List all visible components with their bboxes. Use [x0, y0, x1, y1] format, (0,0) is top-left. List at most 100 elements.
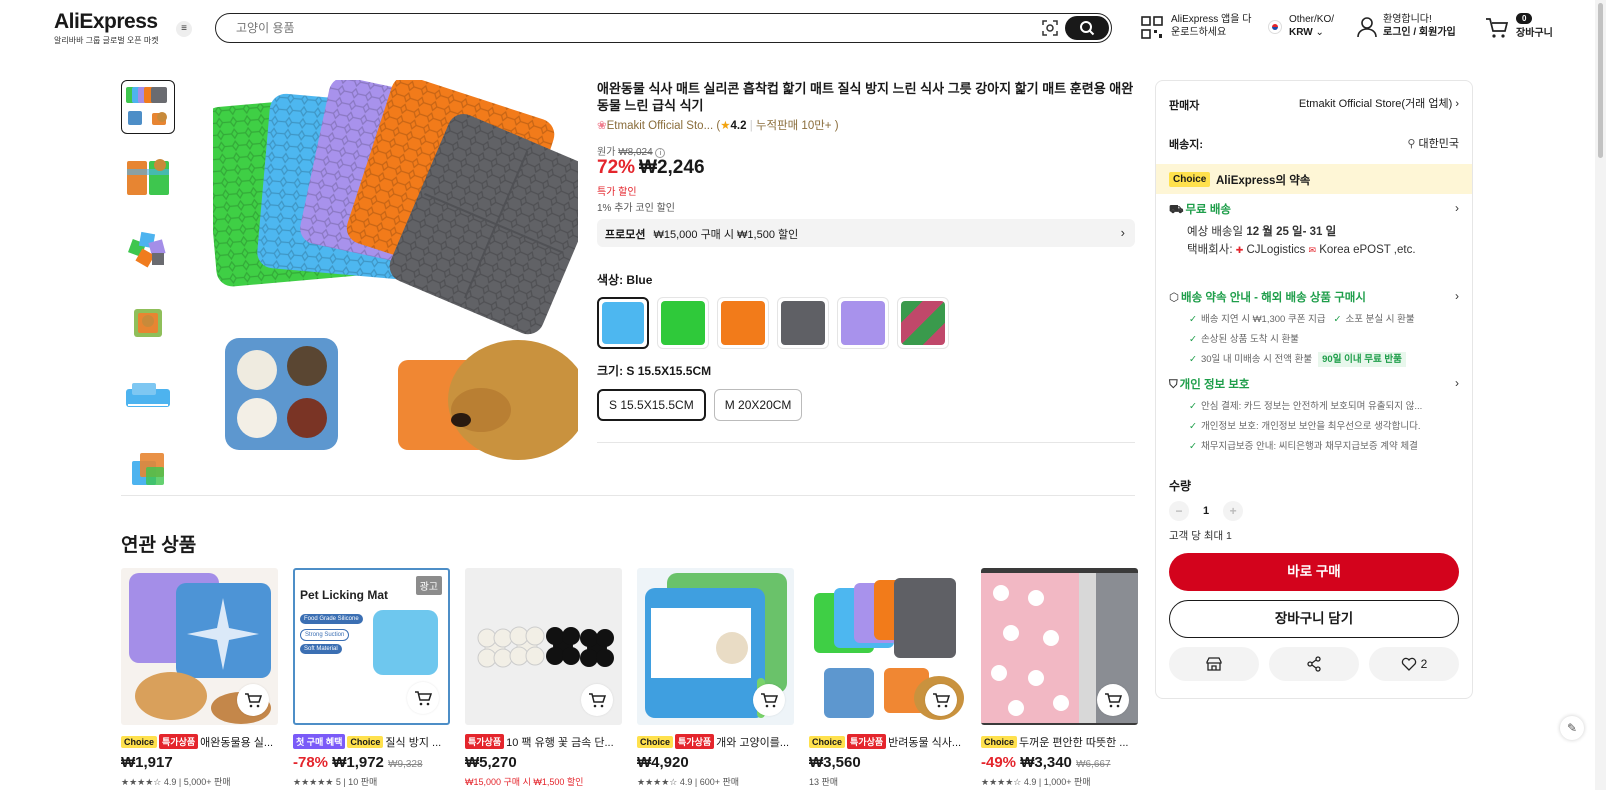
eta-prefix: 예상 배송일 [1187, 226, 1244, 238]
product-image[interactable] [981, 568, 1138, 725]
product-name-line: Choice 두꺼운 편안한 따뜻한 ... [981, 734, 1138, 749]
deal-badge: 특가상품 [465, 734, 505, 749]
menu-icon[interactable]: ≡ [176, 21, 192, 37]
thumbnail-1[interactable] [121, 80, 175, 134]
main-product-image[interactable] [213, 80, 578, 469]
product-card[interactable]: Pet Licking Mat Food Grade Silicone Stro… [293, 568, 450, 788]
privacy-section[interactable]: ⛉ 개인 정보 보호 › ✓ 안심 결제: 카드 정보는 안전하게 보호되며 유출되… [1169, 376, 1459, 452]
store-link[interactable]: Etmakit Official Sto... [607, 120, 714, 132]
product-name: 개와 고양이를... [716, 737, 790, 749]
decrease-quantity-button[interactable]: − [1169, 501, 1189, 521]
thumbnail-image [126, 87, 167, 125]
product-name-line: Choice 특가상품 애완동물용 실... [121, 734, 278, 749]
welcome-text: 환영합니다! [1383, 14, 1432, 25]
thumbnail-3[interactable] [121, 224, 175, 278]
wishlist-button[interactable]: 2 [1369, 647, 1459, 681]
store-icon [1206, 657, 1222, 671]
product-image[interactable]: Pet Licking Mat Food Grade Silicone Stro… [293, 568, 450, 725]
carrier-label: 택배회사: [1187, 244, 1233, 256]
privacy-item-text: 개인정보 보호: 개인정보 보안을 최우선으로 생각합니다. [1200, 421, 1421, 432]
add-to-cart-button[interactable]: 장바구니 담기 [1169, 600, 1459, 638]
share-button[interactable] [1269, 647, 1359, 681]
delivery-promise-title: 배송 약속 안내 - 해외 배송 상품 구매시 [1181, 292, 1366, 304]
size-option-s[interactable]: S 15.5X15.5CM [597, 389, 706, 421]
add-to-cart-button[interactable] [1097, 684, 1129, 716]
swatch-orange[interactable] [717, 297, 769, 349]
image-search-icon[interactable] [1041, 19, 1059, 37]
store-button[interactable] [1169, 647, 1259, 681]
product-image[interactable] [809, 568, 966, 725]
current-price: ₩2,246 [639, 157, 705, 178]
product-image[interactable] [121, 568, 278, 725]
store-rating-line: ❀Etmakit Official Sto... (★4.2 | 누적판매 10… [597, 120, 839, 132]
add-to-cart-button[interactable] [237, 684, 269, 716]
shipping-country: 대한민국 [1418, 138, 1459, 150]
thumbnail-4[interactable] [121, 296, 175, 350]
thumbnail-2[interactable] [121, 152, 175, 206]
seller-link[interactable]: Etmakit Official Store(거래 업체) › [1299, 95, 1459, 111]
first-purchase-badge: 첫 구매 혜택 [293, 734, 346, 749]
deal-badge: 특가상품 [847, 734, 887, 749]
feedback-edit-icon[interactable]: ✎ [1560, 716, 1584, 740]
increase-quantity-button[interactable]: + [1223, 501, 1244, 521]
product-card[interactable]: Choice 두꺼운 편안한 따뜻한 ... -49% ₩3,340 ₩6,667… [981, 568, 1138, 788]
page-scrollbar[interactable] [1595, 0, 1606, 790]
quantity-value[interactable]: 1 [1203, 505, 1209, 517]
product-card[interactable]: Choice 특가상품 반려동물 식사... ₩3,560 13 판매 [809, 568, 966, 788]
product-card[interactable]: Choice 특가상품 애완동물용 실... ₩1,917 ★★★★☆ 4.9 | … [121, 568, 278, 788]
add-to-cart-button[interactable] [407, 682, 439, 714]
size-options: S 15.5X15.5CM M 20X20CM [597, 389, 803, 421]
thumbnail-5[interactable] [121, 368, 175, 422]
check-icon: ✓ [1189, 334, 1197, 345]
swatch-green[interactable] [657, 297, 709, 349]
delivery-promise-section[interactable]: ⬡ 배송 약속 안내 - 해외 배송 상품 구매시 › ✓ 배송 지연 시 ₩1,3… [1169, 289, 1459, 367]
aliexpress-logo[interactable]: AliExpress 알리바바 그룹 글로벌 오픈 마켓 [54, 10, 159, 46]
add-to-cart-button[interactable] [925, 684, 957, 716]
add-to-cart-button[interactable] [753, 684, 785, 716]
thumbnail-image [126, 383, 170, 407]
free-shipping-section[interactable]: ⛟ 무료 배송 › 예상 배송일 12 월 25 일- 31 일 택배회사: ✚ … [1169, 201, 1459, 259]
swatch-gray[interactable] [777, 297, 829, 349]
product-card[interactable]: Choice 특가상품 개와 고양이를... ₩4,920 ★★★★☆ 4.9 | … [637, 568, 794, 788]
swatch-mixed[interactable] [897, 297, 949, 349]
delivery-estimate: 예상 배송일 12 월 25 일- 31 일 [1187, 224, 1459, 241]
search-input[interactable] [236, 19, 996, 37]
promotion-banner[interactable]: 프로모션 ₩15,000 구매 시 ₩1,500 할인 › [597, 219, 1135, 247]
search-icon [1080, 21, 1095, 36]
product-image[interactable] [637, 568, 794, 725]
promotion-label: 프로모션 [605, 229, 646, 241]
cart-plus-icon [245, 693, 262, 708]
product-image[interactable] [465, 568, 622, 725]
chevron-right-icon: › [1455, 98, 1459, 110]
buy-now-button[interactable]: 바로 구매 [1169, 553, 1459, 591]
size-option-m[interactable]: M 20X20CM [713, 389, 803, 421]
product-sold: 13 판매 [809, 777, 839, 787]
product-price: ₩4,920 [637, 754, 689, 771]
product-rating-sold: ★★★★☆ 4.9 | 600+ 판매 [637, 777, 740, 787]
app-download-line2: 운로드하세요 [1171, 27, 1227, 38]
add-to-cart-button[interactable] [581, 684, 613, 716]
product-price: ₩1,972 [332, 754, 384, 771]
thumbnail-6[interactable] [121, 440, 175, 494]
search-button[interactable] [1065, 16, 1109, 40]
product-price: ₩1,917 [121, 754, 173, 771]
swatch-blue[interactable] [597, 297, 649, 349]
login-link: 로그인 / 회원가입 [1383, 27, 1456, 38]
coin-discount: 1% 추가 코인 할인 [597, 203, 675, 214]
shipping-destination[interactable]: ⚲ 대한민국 [1407, 135, 1459, 151]
carrier-info: 택배회사: ✚ CJLogistics ✉ Korea ePOST ,etc. [1187, 242, 1459, 259]
discount-percent: 72% [597, 157, 636, 178]
app-download[interactable]: AliExpress 앱을 다 운로드하세요 [1141, 13, 1251, 39]
thumbnail-image [132, 453, 164, 485]
account-menu[interactable]: 환영합니다! 로그인 / 회원가입 [1357, 13, 1456, 39]
shield-icon: ⛉ [1169, 379, 1178, 391]
product-card[interactable]: 특가상품 10 팩 유행 꽃 금속 단... ₩5,270 ₩15,000 구매 … [465, 568, 622, 788]
cj-logo-icon: ✚ [1235, 245, 1244, 255]
chevron-down-icon: ⌄ [1315, 27, 1324, 38]
region-selector[interactable]: Other/KO/ KRW ⌄ [1268, 13, 1334, 39]
chevron-right-icon: › [1455, 289, 1459, 303]
scrollbar-thumb[interactable] [1598, 3, 1603, 158]
product-name: 두꺼운 편안한 따뜻한 ... [1019, 737, 1129, 749]
color-label: 색상: Blue [597, 273, 653, 287]
swatch-purple[interactable] [837, 297, 889, 349]
